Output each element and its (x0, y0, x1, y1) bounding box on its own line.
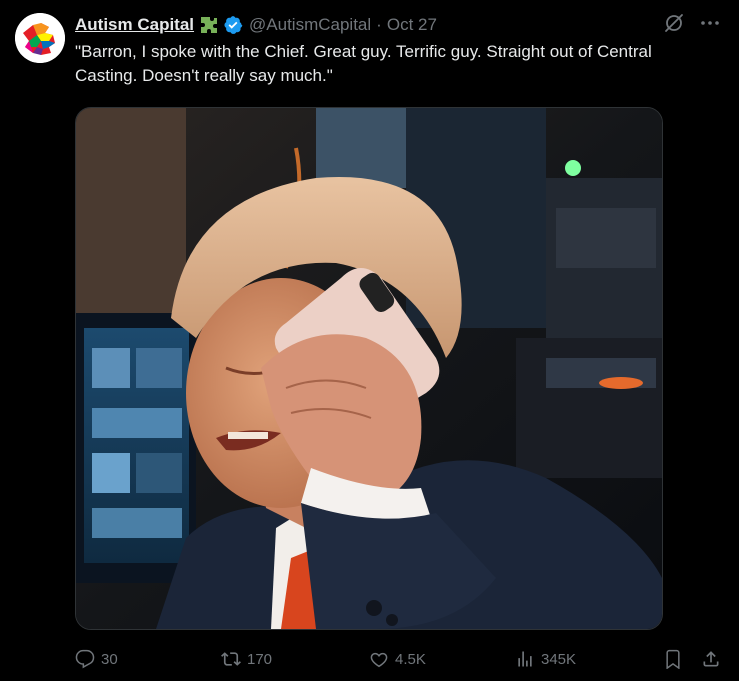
separator-dot: · (376, 15, 382, 34)
rainbow-puzzle-logo (15, 13, 65, 63)
repost-icon (221, 649, 241, 669)
views-count: 345K (541, 650, 577, 668)
video-still-image (76, 108, 662, 629)
tweet-top-actions (663, 12, 721, 34)
like-button[interactable]: 4.5K (369, 647, 426, 671)
reply-button[interactable]: 30 (75, 647, 118, 671)
repost-button[interactable]: 170 (221, 647, 272, 671)
reply-count: 30 (101, 650, 118, 668)
views-chart-icon (515, 649, 535, 669)
reply-icon (75, 649, 95, 669)
tweet-action-bar: 30 170 4.5K 345K (75, 647, 725, 671)
bookmark-button[interactable] (663, 647, 683, 671)
like-count: 4.5K (395, 650, 426, 668)
tweet-media-video[interactable] (75, 107, 663, 630)
tweet-text: "Barron, I spoke with the Chief. Great g… (75, 42, 652, 85)
jigsaw-puzzle-emoji-icon (199, 15, 219, 35)
share-icon (701, 649, 721, 669)
more-options-icon[interactable] (699, 12, 721, 34)
share-button[interactable] (701, 647, 721, 671)
tweet-header: Autism Capital @AutismCapital · Oct 27 (75, 14, 437, 36)
bookmark-icon (663, 649, 683, 670)
verified-badge-icon[interactable] (223, 15, 243, 35)
views-button[interactable]: 345K (515, 647, 576, 671)
avatar[interactable] (15, 13, 65, 63)
repost-count: 170 (247, 650, 273, 668)
tweet-date[interactable]: Oct 27 (387, 15, 437, 35)
heart-icon (369, 649, 389, 669)
tweet-card[interactable]: Autism Capital @AutismCapital · Oct 27 "… (0, 0, 739, 681)
author-handle[interactable]: @AutismCapital (249, 15, 371, 35)
display-name[interactable]: Autism Capital (75, 15, 194, 35)
grok-icon[interactable] (663, 12, 685, 34)
